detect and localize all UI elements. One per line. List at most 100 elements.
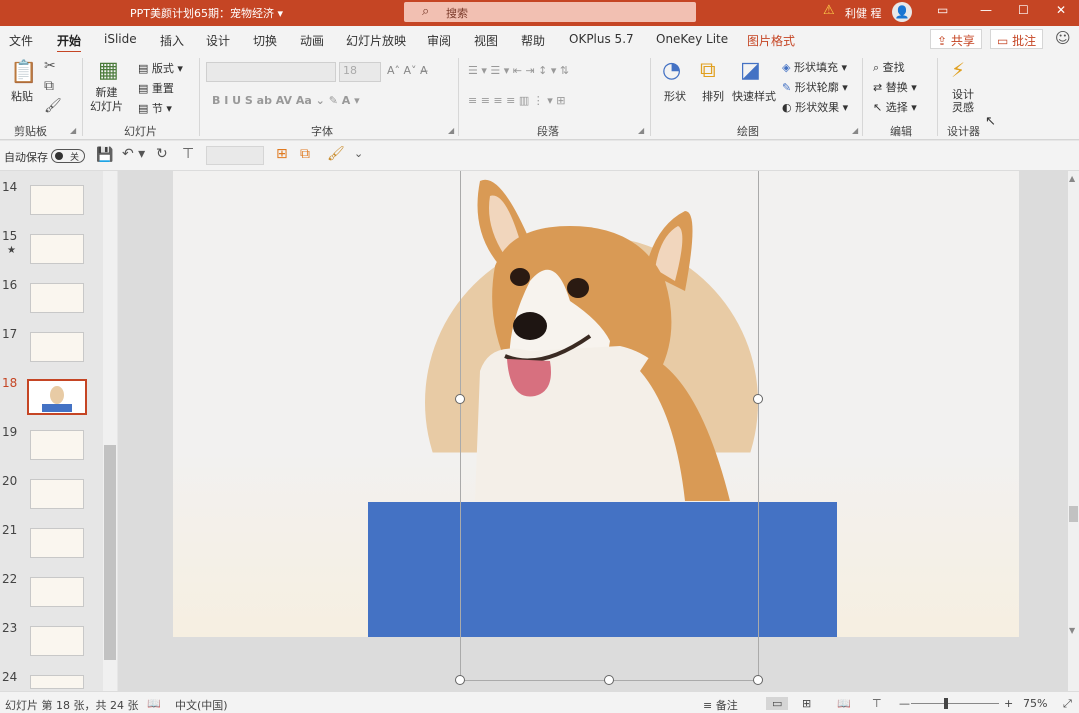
tab-transitions[interactable]: 切换 [253, 32, 277, 49]
blue-rectangle-shape[interactable] [368, 502, 837, 637]
slide-thumbnail-14[interactable] [30, 185, 84, 215]
paste-button[interactable]: 粘贴 [11, 88, 33, 104]
font-size-controls[interactable]: A˄ A˅ A̶ [387, 64, 428, 77]
slide-thumbnail-17[interactable] [30, 332, 84, 362]
dialog-launcher-icon[interactable]: ◢ [70, 126, 76, 135]
copy-shape-icon[interactable]: ⧉ [300, 146, 310, 162]
tab-islide[interactable]: iSlide [104, 32, 137, 46]
resize-handle-right[interactable] [753, 394, 763, 404]
slide-thumbnail-20[interactable] [30, 479, 84, 509]
arrange-icon[interactable]: ⧉ [700, 58, 716, 83]
section-button[interactable]: ▤ 节 ▾ [138, 100, 172, 116]
reset-button[interactable]: ▤ 重置 [138, 80, 174, 96]
undo-icon[interactable]: ↶ ▾ [122, 146, 145, 162]
cut-icon[interactable]: ✂ [44, 58, 56, 74]
dialog-launcher-icon[interactable]: ◢ [638, 126, 644, 135]
tab-view[interactable]: 视图 [474, 32, 498, 49]
redo-icon[interactable]: ↻ [156, 146, 168, 162]
shape-outline-button[interactable]: ✎ 形状轮廓 ▾ [782, 79, 848, 95]
resize-handle-left[interactable] [455, 394, 465, 404]
slide-thumbnail-24[interactable] [30, 675, 84, 689]
new-slide-icon[interactable]: ▦ [98, 58, 119, 83]
list-buttons[interactable]: ☰ ▾ ☰ ▾ ⇤ ⇥ ↕ ▾ ⇅ [468, 64, 569, 77]
accessibility-icon[interactable]: 📖 [147, 697, 161, 710]
minimize-button[interactable]: — [980, 3, 992, 17]
slide-thumbnail-22[interactable] [30, 577, 84, 607]
tab-slideshow[interactable]: 幻灯片放映 [346, 32, 406, 49]
tab-home[interactable]: 开始 [57, 32, 82, 54]
slideshow-icon[interactable]: ⊤ [872, 697, 882, 710]
canvas-scrollbar-thumb[interactable] [1069, 506, 1078, 522]
quick-styles-icon[interactable]: ◪ [740, 58, 761, 83]
fit-slide-icon[interactable]: ⤢ [1063, 697, 1072, 711]
reading-view-icon[interactable]: 📖 [837, 697, 851, 710]
slide-thumbnail-19[interactable] [30, 430, 84, 460]
shapes-icon[interactable]: ◔ [662, 58, 681, 83]
corgi-image[interactable] [460, 171, 760, 506]
ribbon-display-button[interactable]: ▭ [937, 3, 948, 17]
notes-button[interactable]: ≡ 备注 [703, 697, 738, 713]
slide-thumbnail-16[interactable] [30, 283, 84, 313]
share-button[interactable]: ⇪ 共享 [930, 29, 982, 49]
new-slide-button[interactable]: 新建 幻灯片 [90, 86, 123, 114]
font-size-dropdown[interactable]: 18 [339, 62, 381, 82]
resize-handle-bottom-right[interactable] [753, 675, 763, 685]
language-status[interactable]: 中文(中国) [175, 697, 228, 713]
layout-button[interactable]: ▤ 版式 ▾ [138, 60, 183, 76]
avatar[interactable]: 👤 [892, 2, 912, 22]
scroll-up-icon[interactable]: ▲ [1069, 174, 1075, 183]
arrange-button[interactable]: 排列 [702, 88, 724, 104]
warning-icon[interactable]: ⚠ [823, 3, 835, 18]
smiley-icon[interactable]: ☺ [1055, 29, 1071, 47]
design-ideas-icon[interactable]: ⚡ [951, 58, 965, 82]
tab-picture-format[interactable]: 图片格式 [747, 32, 795, 49]
zoom-out-icon[interactable]: — [899, 697, 910, 710]
brush-icon[interactable]: 🖌 [327, 146, 345, 162]
resize-handle-bottom-left[interactable] [455, 675, 465, 685]
shape-fill-button[interactable]: ◈ 形状填充 ▾ [782, 59, 847, 75]
slide-thumbnail-21[interactable] [30, 528, 84, 558]
slide-thumbnail-18[interactable] [27, 379, 87, 415]
user-name[interactable]: 利健 程 [845, 5, 882, 21]
tab-onekey[interactable]: OneKey Lite [656, 32, 728, 46]
thumbnail-scrollbar-thumb[interactable] [104, 445, 116, 660]
select-button[interactable]: ↖ 选择 ▾ [873, 99, 917, 115]
tab-design[interactable]: 设计 [206, 32, 230, 49]
align-buttons[interactable]: ≡ ≡ ≡ ≡ ▥ ⋮ ▾ ⊞ [468, 94, 565, 107]
search-input[interactable]: ⌕ 搜索 [404, 2, 696, 22]
format-painter-icon[interactable]: 🖌 [44, 98, 62, 114]
paste-icon[interactable]: 📋 [10, 60, 37, 85]
slide-thumbnail-15[interactable] [30, 234, 84, 264]
group-icon[interactable]: ⊞ [276, 146, 288, 162]
zoom-slider-knob[interactable] [944, 698, 948, 709]
shape-effects-button[interactable]: ◐ 形状效果 ▾ [782, 99, 848, 115]
autosave-toggle[interactable]: 关 [51, 149, 85, 163]
tab-animations[interactable]: 动画 [300, 32, 324, 49]
close-button[interactable]: ✕ [1056, 3, 1066, 17]
quick-styles-button[interactable]: 快速样式 [732, 88, 776, 104]
zoom-slider[interactable] [911, 703, 999, 704]
maximize-button[interactable]: ☐ [1018, 3, 1029, 17]
qat-dropdown[interactable] [206, 146, 264, 165]
copy-icon[interactable]: ⧉ [44, 78, 54, 94]
font-name-dropdown[interactable] [206, 62, 336, 82]
tab-review[interactable]: 审阅 [427, 32, 451, 49]
zoom-in-icon[interactable]: + [1004, 697, 1013, 710]
tab-insert[interactable]: 插入 [160, 32, 184, 49]
canvas-scrollbar[interactable]: ▲ ▼ [1068, 171, 1079, 691]
slide-sorter-icon[interactable]: ⊞ [802, 697, 811, 710]
text-format-buttons[interactable]: B I U S ab AV Aa ⌄ ✎ A ▾ [212, 94, 360, 107]
dialog-launcher-icon[interactable]: ◢ [852, 126, 858, 135]
find-button[interactable]: ⌕ 查找 [873, 59, 905, 75]
tab-file[interactable]: 文件 [9, 32, 33, 49]
shapes-button[interactable]: 形状 [664, 88, 686, 104]
dialog-launcher-icon[interactable]: ◢ [448, 126, 454, 135]
scroll-down-icon[interactable]: ▼ [1069, 626, 1075, 635]
replace-button[interactable]: ⇄ 替换 ▾ [873, 79, 917, 95]
tab-help[interactable]: 帮助 [521, 32, 545, 49]
normal-view-icon[interactable]: ▭ [766, 697, 789, 710]
customize-qat-icon[interactable]: ⌄ [354, 147, 363, 160]
design-ideas-button[interactable]: 设计 灵感 [952, 88, 974, 114]
comments-button[interactable]: ▭ 批注 [990, 29, 1043, 49]
resize-handle-bottom[interactable] [604, 675, 614, 685]
